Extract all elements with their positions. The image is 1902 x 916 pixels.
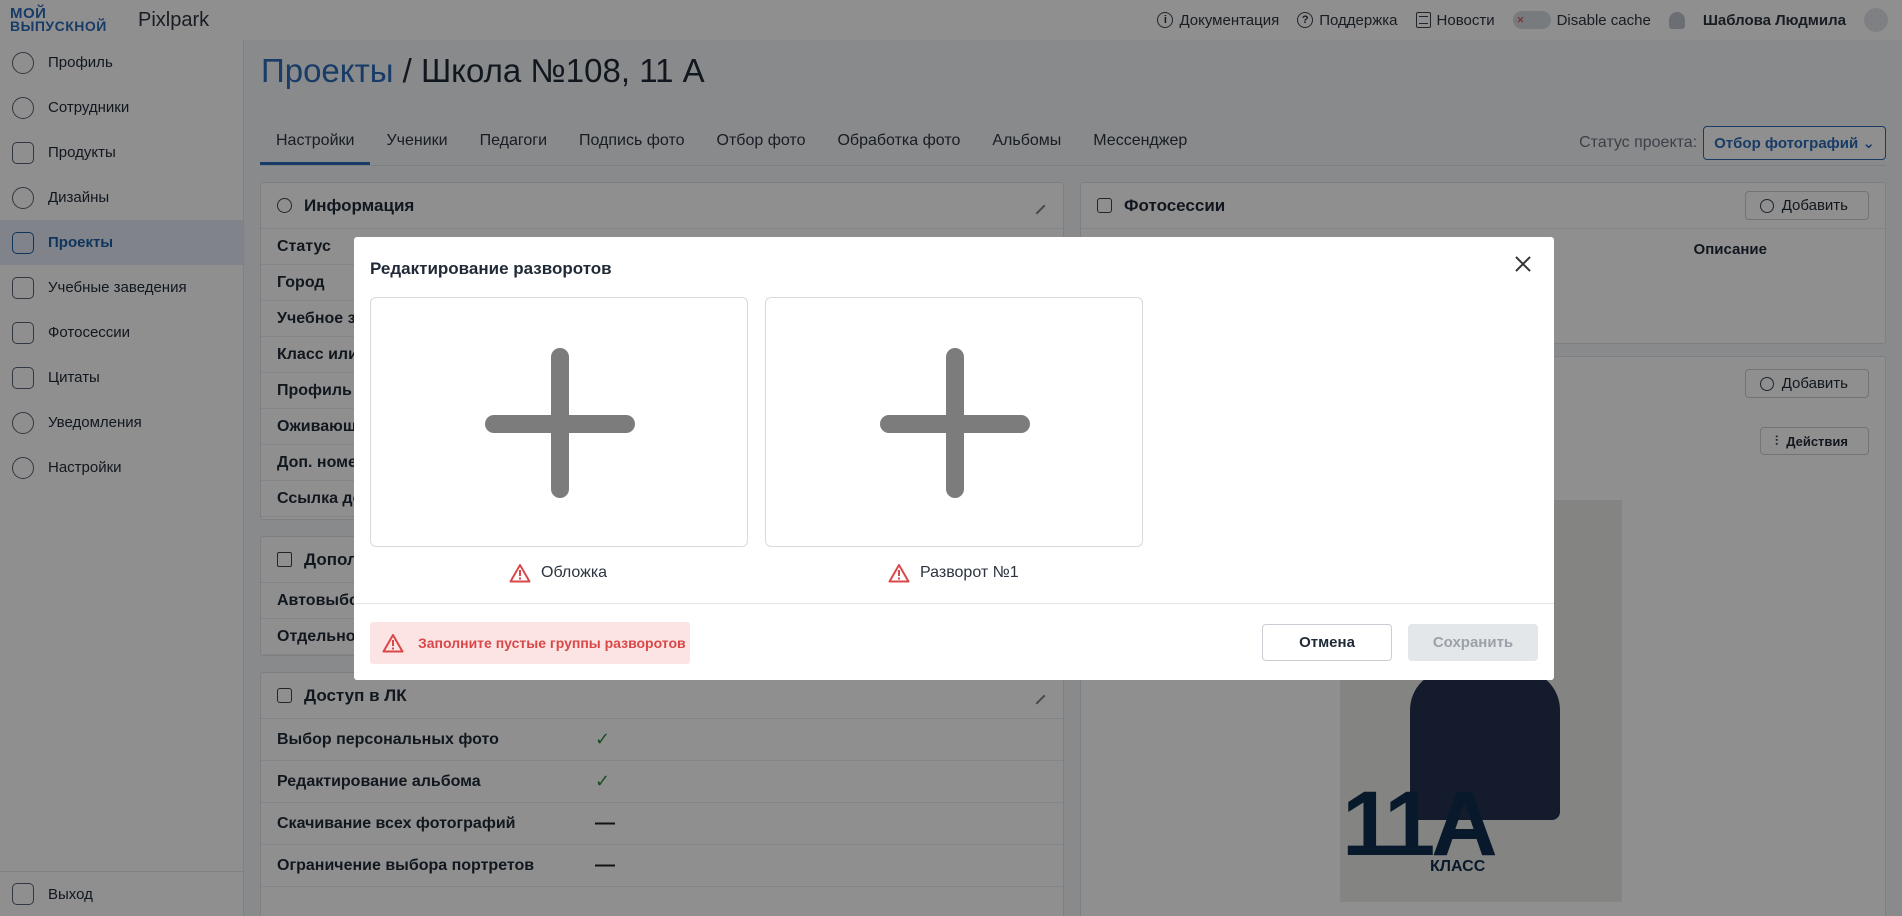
spread-cover-slot[interactable] <box>370 297 748 547</box>
warning-icon <box>509 563 531 583</box>
warning-icon <box>382 633 404 653</box>
cancel-button[interactable]: Отмена <box>1262 624 1392 661</box>
error-alert: Заполните пустые группы разворотов <box>370 622 690 664</box>
close-icon[interactable] <box>1514 255 1532 273</box>
modal-divider <box>354 603 1554 604</box>
spread-label-text: Разворот №1 <box>920 564 1019 581</box>
save-button[interactable]: Сохранить <box>1408 624 1538 661</box>
plus-icon <box>946 348 964 498</box>
modal-title: Редактирование разворотов <box>370 259 612 278</box>
edit-spreads-modal: Редактирование разворотов Обложка Развор… <box>354 237 1554 680</box>
spread-1-slot[interactable] <box>765 297 1143 547</box>
spread-label-text: Обложка <box>541 564 608 581</box>
spread-cover-label: Обложка <box>509 563 607 583</box>
warning-icon <box>888 563 910 583</box>
alert-text: Заполните пустые группы разворотов <box>418 635 686 651</box>
spread-1-label: Разворот №1 <box>888 563 1019 583</box>
plus-icon <box>551 348 569 498</box>
